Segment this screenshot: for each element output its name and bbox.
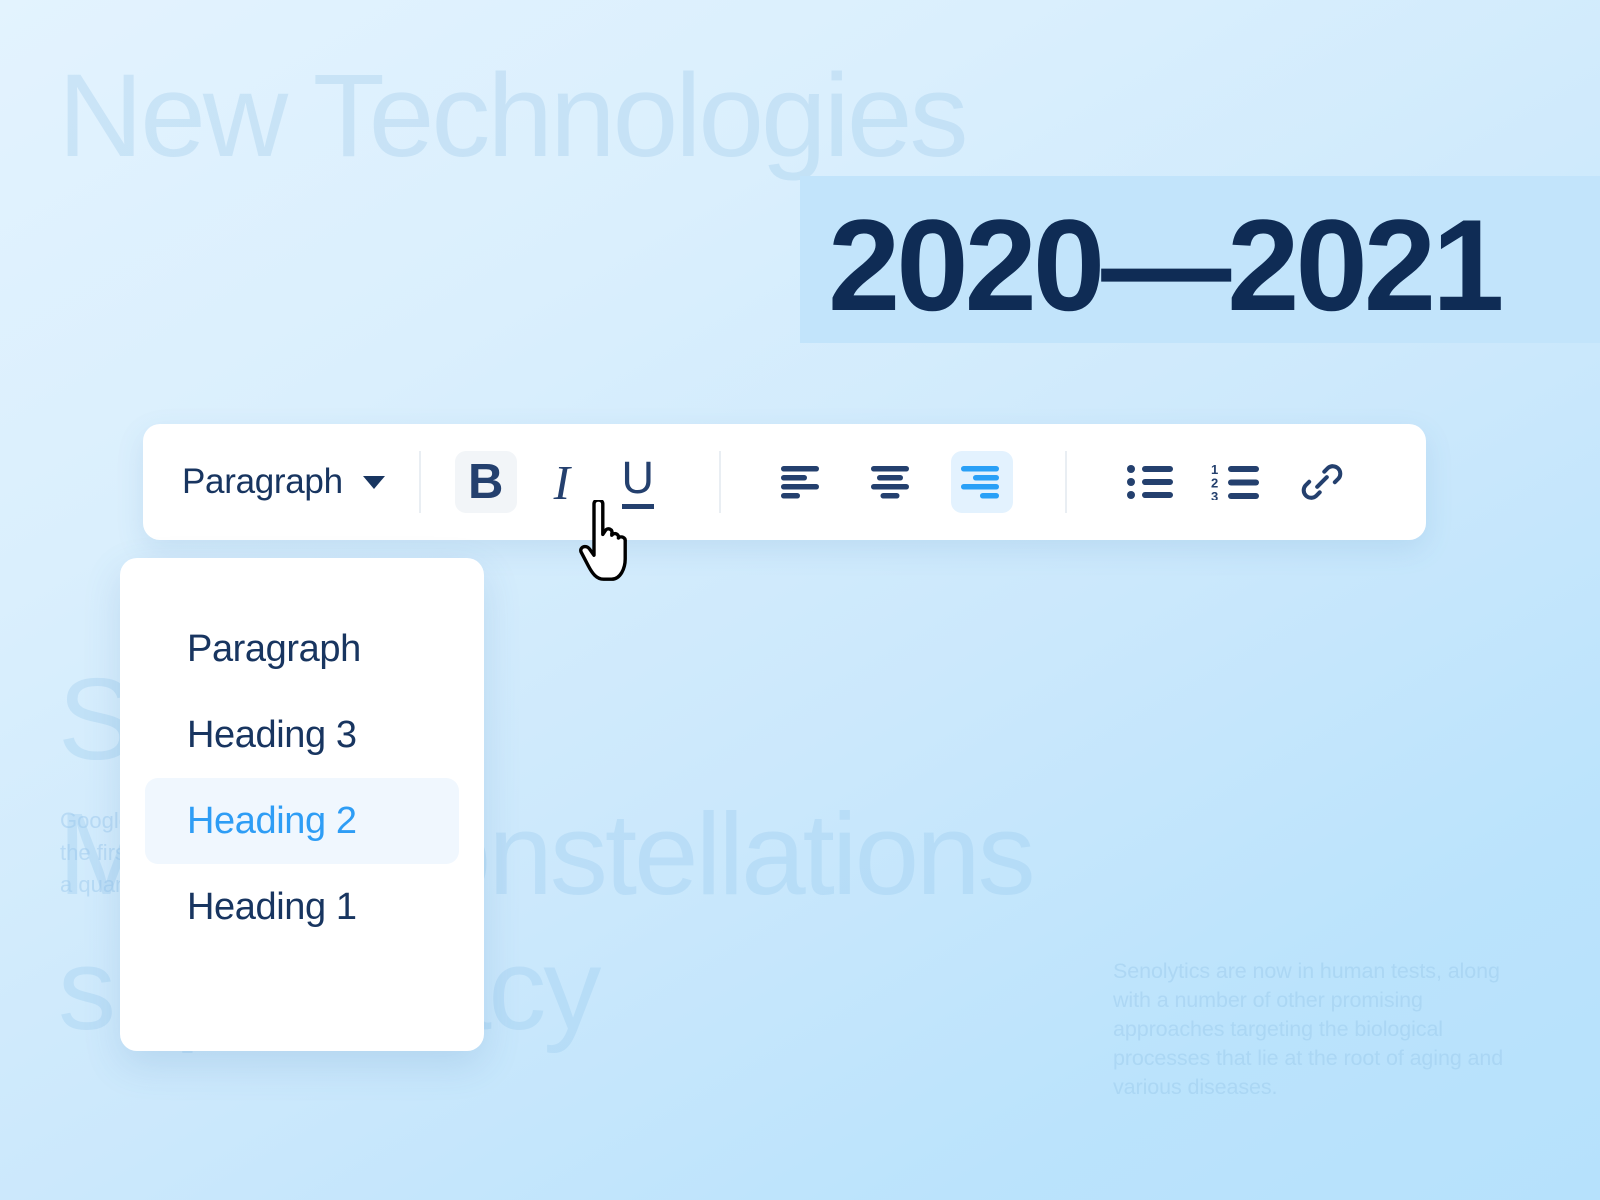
dropdown-item-label: Heading 2	[187, 799, 357, 842]
formatting-toolbar: Paragraph B I U 1 2 3	[143, 424, 1426, 540]
align-right-button[interactable]	[950, 451, 1013, 513]
italic-icon: I	[553, 454, 570, 510]
link-icon	[1301, 464, 1343, 500]
dropdown-item-heading-1[interactable]: Heading 1	[145, 864, 459, 950]
align-right-icon	[960, 466, 999, 499]
paragraph-style-select[interactable]: Paragraph	[143, 424, 419, 540]
bullet-list-icon	[1126, 465, 1173, 499]
paragraph-style-dropdown-menu: Paragraph Heading 3 Heading 2 Heading 1	[120, 558, 484, 1051]
list-and-link-group: 1 2 3	[1067, 424, 1353, 540]
dropdown-item-heading-2[interactable]: Heading 2	[145, 778, 459, 864]
bold-icon: B	[468, 454, 504, 509]
italic-button[interactable]: I	[531, 451, 593, 513]
text-style-group: B I U	[421, 424, 669, 540]
bullet-list-button[interactable]	[1119, 451, 1181, 513]
numbered-list-icon: 1 2 3	[1211, 464, 1259, 500]
alignment-group	[721, 424, 1013, 540]
align-left-button[interactable]	[771, 451, 833, 513]
dropdown-item-label: Heading 3	[187, 713, 357, 756]
dropdown-item-paragraph[interactable]: Paragraph	[145, 606, 459, 692]
underline-button[interactable]: U	[607, 451, 669, 513]
link-button[interactable]	[1291, 451, 1353, 513]
paragraph-style-label: Paragraph	[182, 462, 343, 501]
dropdown-item-label: Heading 1	[187, 885, 357, 928]
ghost-body-text-right: Senolytics are now in human tests, along…	[1113, 959, 1504, 1099]
year-heading: 2020—2021	[828, 192, 1504, 338]
chevron-down-icon	[362, 475, 385, 489]
align-center-icon	[870, 466, 909, 499]
dropdown-item-label: Paragraph	[187, 627, 361, 670]
align-center-button[interactable]	[861, 451, 923, 513]
bold-button[interactable]: B	[454, 451, 517, 513]
ghost-document-title: New Technologies	[58, 50, 969, 182]
align-left-icon	[780, 466, 819, 499]
list-number-3: 3	[1211, 489, 1218, 500]
numbered-list-button[interactable]: 1 2 3	[1205, 451, 1267, 513]
underline-icon: U	[621, 455, 654, 509]
dropdown-item-heading-3[interactable]: Heading 3	[145, 692, 459, 778]
